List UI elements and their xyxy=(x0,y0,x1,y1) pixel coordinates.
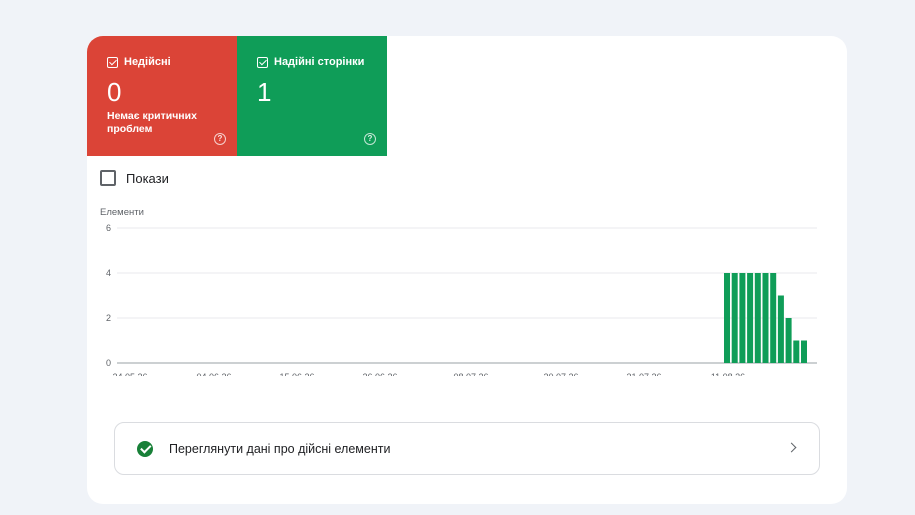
help-circle-icon[interactable]: ? xyxy=(364,133,376,145)
x-tick-label: 31.07.26 xyxy=(626,372,661,376)
view-valid-items-label: Переглянути дані про дійсні елементи xyxy=(169,441,391,456)
x-tick-label: 11.08.26 xyxy=(711,372,745,376)
chart-bar xyxy=(801,340,807,363)
y-tick-label: 2 xyxy=(106,313,111,323)
impressions-toggle[interactable]: Покази xyxy=(100,170,169,186)
valid-tile-label: Надійні сторінки xyxy=(274,56,365,68)
y-tick-label: 6 xyxy=(106,223,111,233)
invalid-subtitle: Немає критичних проблем xyxy=(107,110,197,135)
valid-tile-header: Надійні сторінки xyxy=(257,56,364,68)
chevron-right-icon xyxy=(786,442,797,453)
checkbox-checked-icon[interactable] xyxy=(257,56,268,68)
chart-bar xyxy=(770,273,777,363)
chart-bar xyxy=(754,273,761,363)
invalid-tile-header: Недійсні xyxy=(107,56,171,68)
x-tick-label: 15.06.26 xyxy=(279,372,314,376)
x-tick-label: 04.06.26 xyxy=(196,372,231,376)
items-chart: 6 4 2 024.05.26 04.06.26 15.06.26 26.06.26 08.0… xyxy=(106,223,817,376)
view-valid-items-button[interactable]: Переглянути дані про дійсні елементи xyxy=(114,422,820,475)
invalid-count: 0 xyxy=(107,77,122,107)
x-tick-label: 26.06.26 xyxy=(362,372,397,376)
checkbox-unchecked-icon[interactable] xyxy=(100,170,116,186)
chart-bar xyxy=(793,340,800,363)
y-tick-label: 4 xyxy=(106,268,111,278)
invalid-tile[interactable]: Недійсні 0 Немає критичних проблем ? xyxy=(87,36,237,156)
chart-bar xyxy=(762,273,769,363)
x-tick-label: 24.05.26 xyxy=(112,372,147,376)
checkbox-checked-icon[interactable] xyxy=(107,56,118,68)
valid-tile[interactable]: Надійні сторінки 1 ? xyxy=(237,36,387,156)
chart-bar xyxy=(777,295,784,363)
invalid-tile-label: Недійсні xyxy=(124,56,171,68)
check-circle-icon xyxy=(137,440,153,457)
impressions-label: Покази xyxy=(126,170,169,186)
y-tick-label: 0 xyxy=(106,358,111,368)
chart-bar xyxy=(739,273,746,363)
chart-bar xyxy=(724,273,730,363)
valid-count: 1 xyxy=(257,77,272,107)
chart-bar xyxy=(731,273,738,363)
x-tick-label: 20.07.26 xyxy=(543,372,578,376)
status-card: Недійсні 0 Немає критичних проблем ? Над… xyxy=(87,36,847,504)
help-circle-icon[interactable]: ? xyxy=(214,133,226,145)
chart-bar xyxy=(785,318,792,363)
chart-bar xyxy=(747,273,754,363)
x-tick-label: 08.07.26 xyxy=(453,372,488,376)
